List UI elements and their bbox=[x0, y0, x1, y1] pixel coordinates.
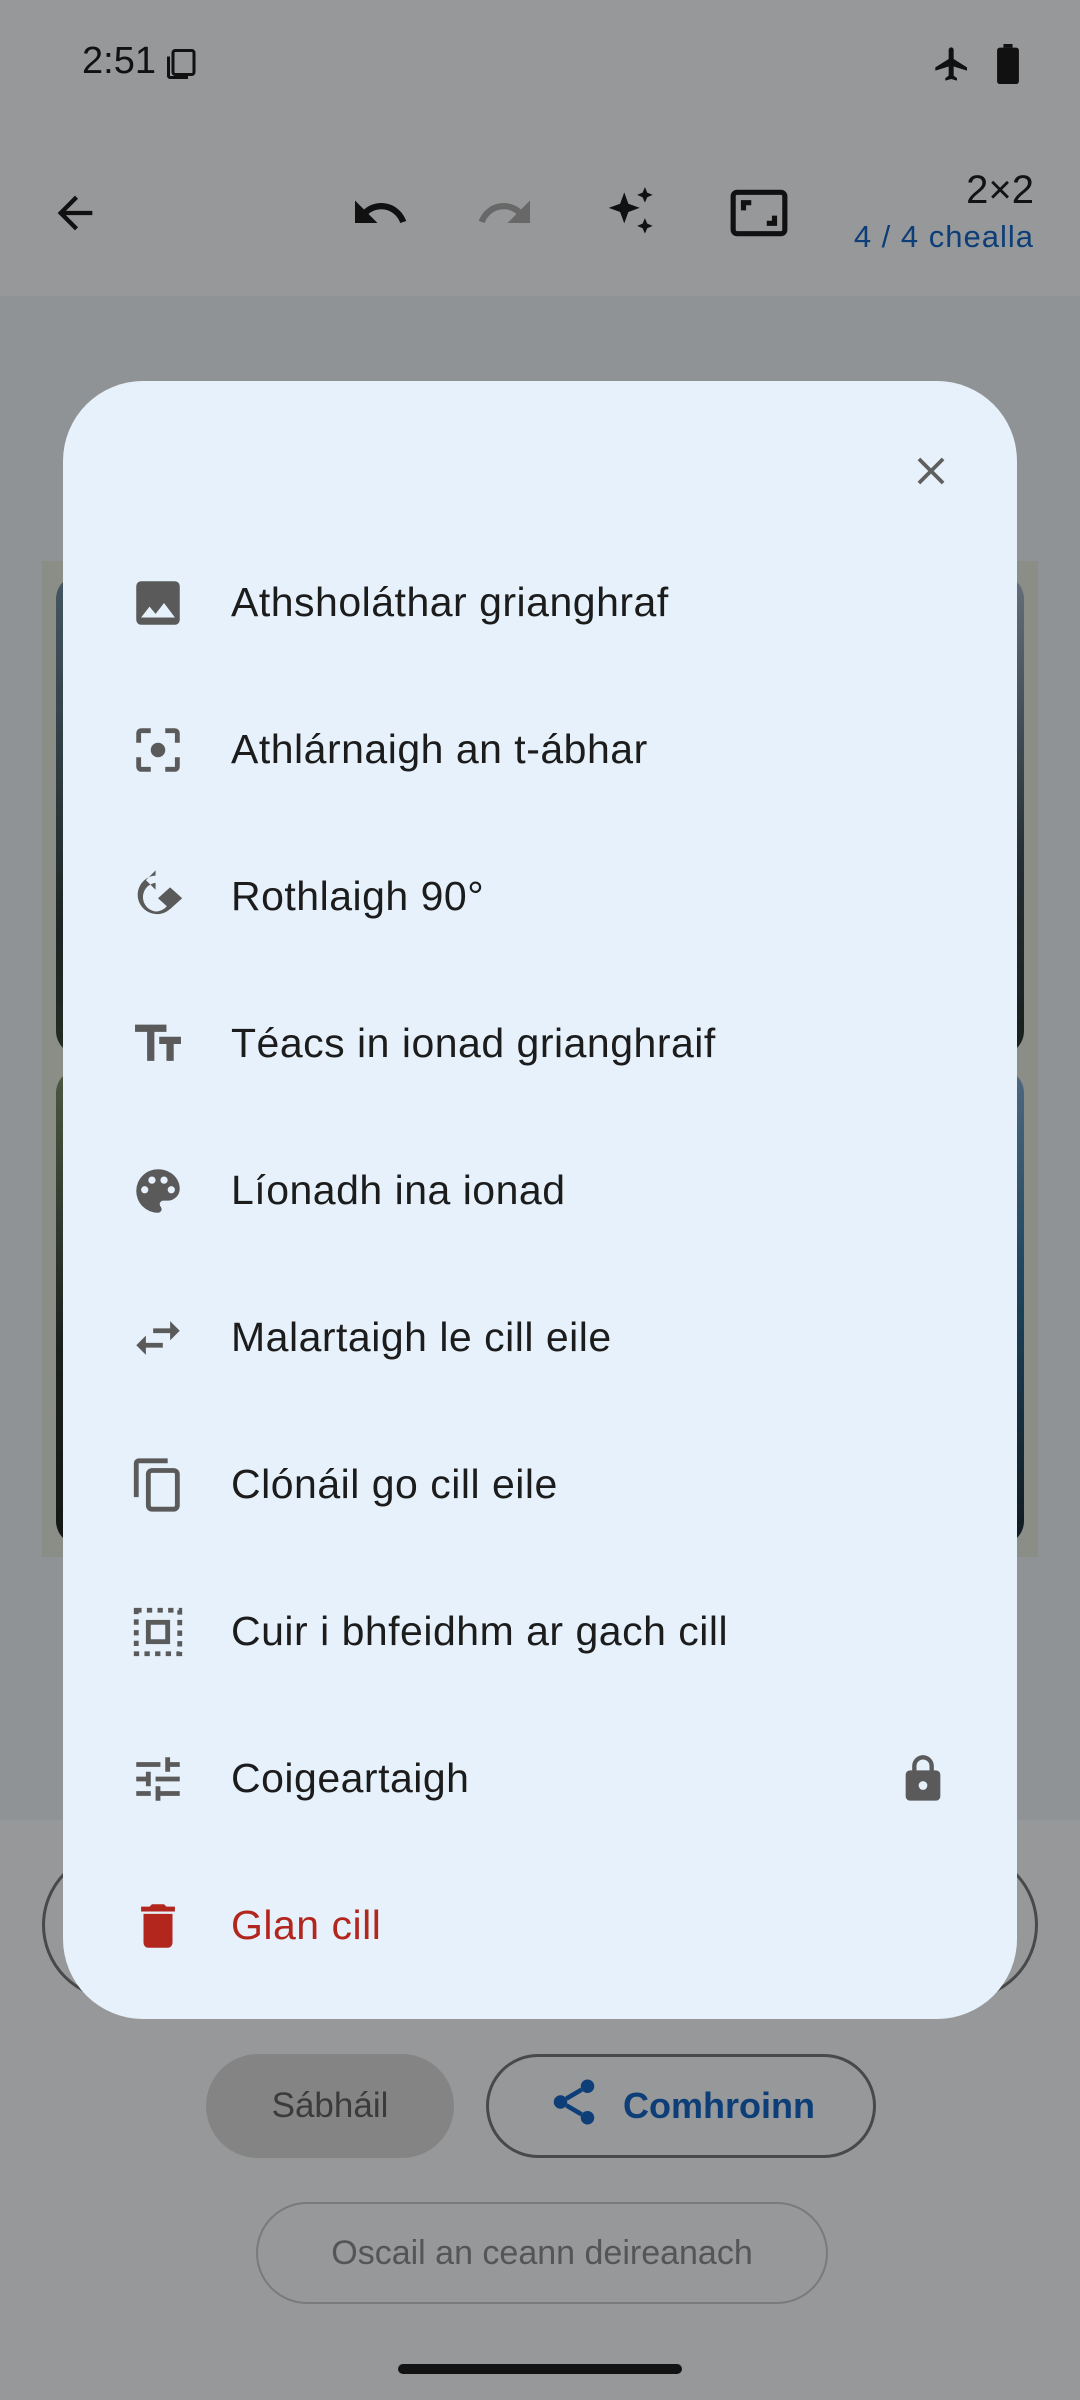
delete-icon bbox=[128, 1896, 188, 1956]
menu-item-swap-cell[interactable]: Malartaigh le cill eile bbox=[63, 1264, 1017, 1411]
rotate-icon bbox=[128, 867, 188, 927]
menu-item-clear-cell[interactable]: Glan cill bbox=[63, 1852, 1017, 1999]
menu-item-label: Líonadh ina ionad bbox=[231, 1167, 566, 1213]
menu-item-rotate-90[interactable]: Rothlaigh 90° bbox=[63, 823, 1017, 970]
menu-item-label: Clónáil go cill eile bbox=[231, 1461, 558, 1507]
menu-item-label: Athsholáthar grianghraf bbox=[231, 579, 669, 625]
menu-item-label: Malartaigh le cill eile bbox=[231, 1314, 612, 1360]
menu-item-label: Cuir i bhfeidhm ar gach cill bbox=[231, 1608, 729, 1654]
menu-item-fill-instead[interactable]: Líonadh ina ionad bbox=[63, 1117, 1017, 1264]
menu-item-text-instead-of-photo[interactable]: Téacs in ionad grianghraif bbox=[63, 970, 1017, 1117]
menu-item-label: Téacs in ionad grianghraif bbox=[231, 1020, 716, 1066]
close-icon bbox=[908, 448, 954, 499]
menu-item-label: Athlárnaigh an t-ábhar bbox=[231, 726, 648, 772]
cell-options-dialog: Athsholáthar grianghraf Athlárnaigh an t… bbox=[63, 381, 1017, 2019]
cell-options-menu: Athsholáthar grianghraf Athlárnaigh an t… bbox=[63, 529, 1017, 1999]
menu-item-label: Glan cill bbox=[231, 1902, 382, 1948]
tune-icon bbox=[128, 1749, 188, 1809]
menu-item-clone-cell[interactable]: Clónáil go cill eile bbox=[63, 1411, 1017, 1558]
menu-item-recenter-subject[interactable]: Athlárnaigh an t-ábhar bbox=[63, 676, 1017, 823]
menu-item-label: Coigeartaigh bbox=[231, 1755, 470, 1801]
select-all-icon bbox=[128, 1602, 188, 1662]
palette-icon bbox=[128, 1161, 188, 1221]
image-icon bbox=[128, 573, 188, 633]
center-focus-icon bbox=[128, 720, 188, 780]
menu-item-adjust[interactable]: Coigeartaigh bbox=[63, 1705, 1017, 1852]
lock-icon bbox=[893, 1749, 953, 1809]
menu-item-label: Rothlaigh 90° bbox=[231, 873, 485, 919]
text-fields-icon bbox=[128, 1014, 188, 1074]
copy-icon bbox=[128, 1455, 188, 1515]
swap-icon bbox=[128, 1308, 188, 1368]
menu-item-replace-photo[interactable]: Athsholáthar grianghraf bbox=[63, 529, 1017, 676]
close-button[interactable] bbox=[893, 435, 969, 511]
menu-item-apply-all-cells[interactable]: Cuir i bhfeidhm ar gach cill bbox=[63, 1558, 1017, 1705]
